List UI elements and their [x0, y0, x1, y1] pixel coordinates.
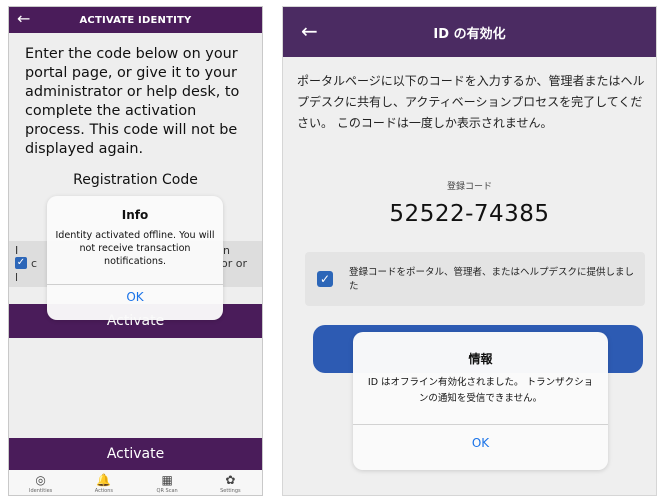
confirmation-checkbox-card[interactable]: ✓ 登録コードをポータル、管理者、またはヘルプデスクに提供しました	[305, 252, 645, 306]
registration-code-value: 52522-74385	[389, 201, 550, 227]
tab-label: Identities	[28, 487, 53, 494]
tab-identities[interactable]: ◎ Identities	[9, 470, 72, 495]
alert-divider	[353, 424, 608, 425]
gear-icon: ✿	[225, 472, 236, 487]
tab-qr-scan[interactable]: ▦ QR Scan	[136, 470, 199, 495]
back-arrow-icon[interactable]: ←	[301, 19, 318, 43]
instructions-text: ポータルページに以下のコードを入力するか、管理者またはヘルプデスクに共有し、アク…	[297, 74, 645, 130]
peek-text: c	[31, 257, 38, 270]
registration-code-label: Registration Code	[73, 172, 198, 188]
tab-label: Settings	[220, 487, 241, 494]
activate-bottom-button[interactable]: Activate	[9, 438, 262, 470]
fingerprint-icon: ◎	[35, 472, 46, 487]
peek-text: l	[15, 271, 19, 284]
japanese-screen: ← ID の有効化 ポータルページに以下のコードを入力するか、管理者またはヘルプ…	[282, 6, 657, 496]
alert-message: ID はオフライン有効化されました。 トランザクションの通知を受信できません。	[367, 377, 594, 404]
english-screen: ← ACTIVATE IDENTITY Enter the code below…	[8, 6, 263, 496]
header-bar: ← ACTIVATE IDENTITY	[9, 7, 262, 33]
alert-title: Info	[121, 208, 149, 222]
bell-icon: 🔔	[96, 472, 112, 487]
instructions-text: Enter the code below on your portal page…	[25, 46, 240, 157]
back-arrow-icon[interactable]: ←	[17, 9, 30, 28]
peek-text: n	[223, 244, 230, 257]
page-title: ACTIVATE IDENTITY	[79, 14, 192, 26]
checkbox-label: 登録コードをポータル、管理者、またはヘルプデスクに提供しました	[349, 267, 635, 292]
checkbox-checked-icon[interactable]: ✓	[15, 257, 27, 269]
alert-message: Identity activated offline. You will not…	[55, 230, 215, 267]
tab-label: Actions	[94, 487, 113, 494]
tab-settings[interactable]: ✿ Settings	[199, 470, 262, 495]
registration-code-label: 登録コード	[446, 182, 492, 192]
tab-label: QR Scan	[156, 487, 178, 494]
alert-ok-button[interactable]: OK	[353, 436, 608, 450]
tab-actions[interactable]: 🔔 Actions	[72, 470, 135, 495]
header-bar: ← ID の有効化	[283, 7, 656, 57]
alert-ok-button[interactable]: OK	[47, 290, 223, 304]
bottom-tab-bar: ◎ Identities 🔔 Actions ▦ QR Scan ✿ Setti…	[9, 470, 262, 495]
peek-text: I	[15, 244, 19, 257]
checkbox-checked-icon[interactable]: ✓	[317, 271, 333, 287]
alert-divider	[47, 284, 223, 285]
qr-code-icon: ▦	[161, 472, 173, 487]
info-alert-dialog: Info Identity activated offline. You wil…	[47, 196, 223, 320]
page-title: ID の有効化	[433, 26, 506, 42]
peek-text: or or	[221, 257, 248, 270]
info-alert-dialog: 情報 ID はオフライン有効化されました。 トランザクションの通知を受信できませ…	[353, 332, 608, 470]
alert-title: 情報	[468, 352, 493, 366]
